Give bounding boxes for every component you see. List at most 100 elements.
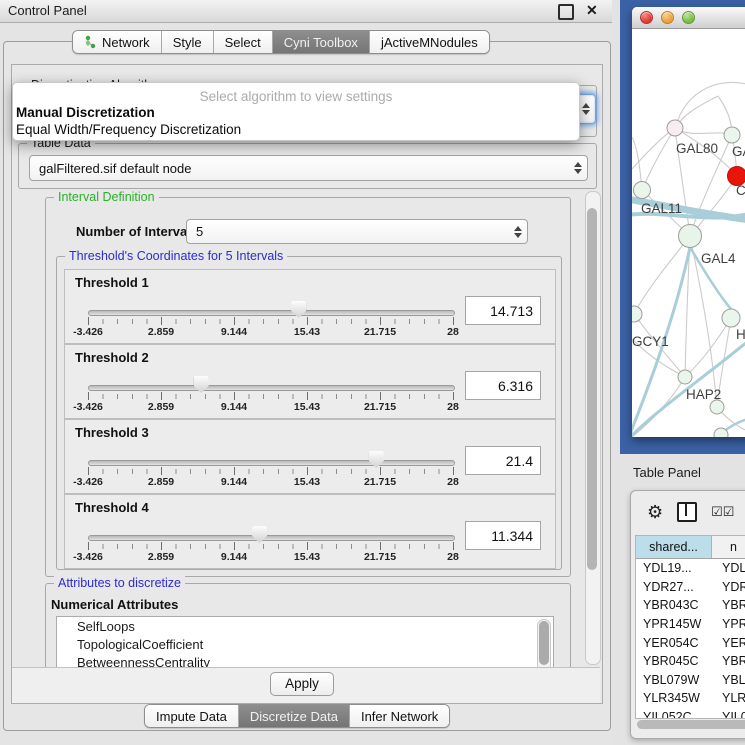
float-icon[interactable] (558, 4, 574, 20)
attribute-list-item[interactable]: BetweennessCentrality (57, 653, 553, 668)
table-row[interactable]: YER054CYER0 (636, 633, 745, 652)
tab-cyni-toolbox[interactable]: Cyni Toolbox (273, 31, 370, 53)
settings-vertical-scrollbar[interactable] (585, 191, 601, 665)
slider-track[interactable] (88, 310, 455, 316)
column-header-2[interactable]: n (712, 536, 745, 558)
table-cell: YBR045C (636, 654, 712, 668)
settings-scroll-viewport: Interval Definition Number of Intervals … (14, 187, 584, 668)
number-of-intervals-combobox[interactable]: 5 (186, 219, 528, 244)
attributes-list-scrollbar[interactable] (537, 619, 551, 668)
slider-tick-label: 2.859 (148, 551, 174, 563)
threshold-value-field[interactable]: 14.713 (465, 296, 541, 325)
slider-major-tick (453, 392, 454, 400)
slider-track[interactable] (88, 460, 455, 466)
node-table[interactable]: shared...n YDL19...YDL1YDR27...YDR2YBR04… (635, 535, 745, 719)
node-label: GAL11 (641, 201, 682, 216)
slider-major-tick (380, 317, 381, 325)
slider-tick-label: 15.43 (294, 551, 320, 563)
tab-label: Infer Network (361, 709, 438, 724)
slider-major-tick (88, 542, 89, 550)
slider-track[interactable] (88, 385, 455, 391)
threshold-panel-3: Threshold 3-3.4262.8599.14415.4321.71528… (64, 419, 556, 494)
table-cell: YBR0 (712, 654, 745, 668)
network-node-ga[interactable] (724, 127, 740, 143)
slider-minor-ticks (88, 394, 454, 399)
slider-tick-label: 28 (447, 551, 459, 563)
threshold-panel-2: Threshold 2-3.4262.8599.14415.4321.71528… (64, 344, 556, 419)
table-cell: YBL079W (636, 673, 712, 687)
tab-network[interactable]: Network (73, 31, 162, 53)
scrollbar-thumb[interactable] (539, 621, 549, 665)
network-view-window[interactable]: GAL80GACGAL11GAL4GCY1HHAP2 (632, 7, 745, 437)
table-row[interactable]: YLR345WYLR3 (636, 689, 745, 708)
numerical-attributes-list[interactable]: SelfLoopsTopologicalCoefficientBetweenne… (56, 616, 554, 668)
dropdown-item-manual-discretization[interactable]: Manual Discretization (16, 105, 155, 120)
network-node[interactable] (714, 428, 728, 437)
table-row[interactable]: YBR045CYBR0 (636, 652, 745, 671)
slider-major-tick (380, 542, 381, 550)
node-label: GCY1 (632, 334, 669, 349)
network-node-gal4[interactable] (679, 225, 702, 248)
apply-button[interactable]: Apply (270, 672, 334, 696)
attributes-group-title: Attributes to discretize (54, 576, 185, 590)
table-row[interactable]: YBR043CYBR0 (636, 596, 745, 615)
zoom-traffic-icon[interactable] (682, 11, 695, 24)
slider-major-tick (161, 392, 162, 400)
tab-impute-data[interactable]: Impute Data (145, 705, 239, 727)
network-node[interactable] (710, 400, 724, 414)
dropdown-prompt: Select algorithm to view settings (13, 89, 579, 104)
tab-label: Cyni Toolbox (284, 35, 358, 50)
gear-icon[interactable]: ⚙ (647, 503, 663, 521)
dropdown-item-equal-width-frequency[interactable]: Equal Width/Frequency Discretization (16, 122, 241, 137)
table-cell: YIL0 (712, 710, 745, 719)
node-label: GAL80 (676, 141, 718, 156)
tab-infer-network[interactable]: Infer Network (350, 705, 449, 727)
tab-jactivemnodules[interactable]: jActiveMNodules (370, 31, 489, 53)
table-cell: YER0 (712, 636, 745, 650)
table-row[interactable]: YBL079WYBL0 (636, 671, 745, 690)
combo-stepper-icon (569, 162, 587, 174)
close-icon[interactable]: ✕ (586, 2, 598, 19)
slider-major-tick (234, 392, 235, 400)
slider-major-tick (380, 467, 381, 475)
slider-tick-label: -3.426 (73, 476, 103, 488)
network-node-gcy1[interactable] (632, 306, 642, 322)
column-header-1[interactable]: shared... (636, 536, 712, 558)
table-data-combobox[interactable]: galFiltered.sif default node (29, 155, 588, 181)
split-view-icon[interactable] (677, 502, 697, 522)
slider-track[interactable] (88, 535, 455, 541)
slider-tick-label: 21.715 (364, 476, 396, 488)
table-horizontal-scrollbar[interactable] (635, 719, 745, 731)
network-graph-canvas[interactable]: GAL80GACGAL11GAL4GCY1HHAP2 (632, 29, 745, 437)
network-node-gal80[interactable] (667, 120, 683, 136)
slider-tick-label: 9.144 (221, 551, 247, 563)
control-panel: Control Panel ✕ NetworkStyleSelectCyni T… (0, 0, 612, 745)
close-traffic-icon[interactable] (640, 11, 653, 24)
bottom-tab-bar: Impute DataDiscretize Data Infer Network (144, 704, 450, 728)
network-node-hap2[interactable] (678, 370, 692, 384)
scrollbar-thumb[interactable] (637, 720, 745, 729)
slider-tick-label: 15.43 (294, 326, 320, 338)
network-node-h[interactable] (722, 309, 740, 327)
threshold-value-field[interactable]: 6.316 (465, 371, 541, 400)
slider-major-tick (307, 467, 308, 475)
tab-discretize-data[interactable]: Discretize Data (239, 705, 350, 727)
slider-tick-label: 28 (447, 326, 459, 338)
attribute-list-item[interactable]: TopologicalCoefficient (57, 635, 553, 653)
table-row[interactable]: YDR27...YDR2 (636, 578, 745, 597)
table-row[interactable]: YIL052CYIL0 (636, 708, 745, 719)
table-rows: YDL19...YDL1YDR27...YDR2YBR043CYBR0YPR14… (636, 559, 745, 719)
minimize-traffic-icon[interactable] (661, 11, 674, 24)
scrollbar-thumb[interactable] (587, 208, 597, 570)
tab-style[interactable]: Style (162, 31, 214, 53)
attribute-list-item[interactable]: SelfLoops (57, 617, 553, 635)
table-row[interactable]: YDL19...YDL1 (636, 559, 745, 578)
node-label: GAL4 (701, 251, 736, 266)
number-of-intervals-label: Number of Intervals (76, 224, 198, 239)
threshold-value-field[interactable]: 21.4 (465, 446, 541, 475)
threshold-value-field[interactable]: 11.344 (465, 521, 541, 550)
table-row[interactable]: YPR145WYPR1 (636, 615, 745, 634)
select-columns-icon[interactable]: ☑☑ (711, 504, 734, 520)
network-node-gal11[interactable] (634, 182, 651, 199)
tab-select[interactable]: Select (214, 31, 273, 53)
